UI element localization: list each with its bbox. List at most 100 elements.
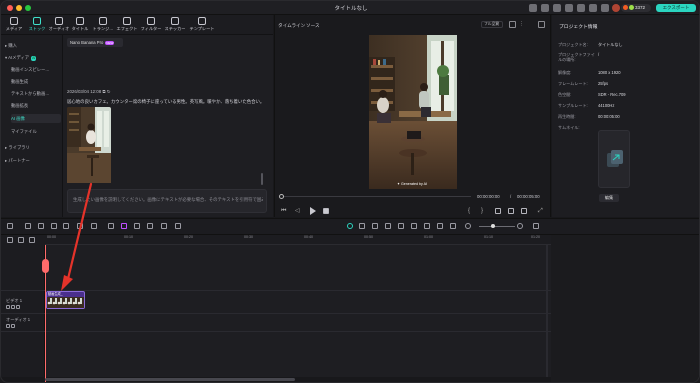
sidebar-item-my-files[interactable]: マイファイル — [11, 127, 61, 136]
sidebar-item-video-inspiration[interactable]: 動画インスピレー… — [11, 65, 61, 74]
timeline-tracks[interactable] — [45, 245, 551, 377]
split-icon[interactable] — [77, 223, 83, 229]
timeline-more-icon[interactable] — [533, 223, 539, 229]
share-icon[interactable] — [565, 4, 573, 12]
close-window-button[interactable] — [7, 5, 13, 11]
color-icon[interactable] — [161, 223, 167, 229]
ai-tool-icon[interactable] — [121, 223, 127, 229]
frame-back-icon[interactable]: ⏮ — [281, 208, 287, 214]
captions-icon[interactable] — [450, 223, 456, 229]
avatar[interactable] — [612, 4, 620, 12]
track-headers — [1, 245, 45, 377]
link-icon[interactable] — [18, 237, 24, 243]
sidebar-item-video-extend[interactable]: 動画拡長 — [11, 101, 61, 110]
mute-icon[interactable] — [16, 305, 20, 309]
audio-track-controls[interactable] — [6, 324, 28, 329]
sidebar-item-purchase[interactable]: ▸ 購入 — [5, 41, 61, 50]
model-selector[interactable]: Nano Banana Pro NEW — [67, 38, 123, 47]
magnet-icon[interactable] — [29, 237, 35, 243]
video-track-controls[interactable] — [6, 305, 28, 310]
tool-media[interactable]: メディア — [2, 16, 26, 34]
tab-source[interactable]: ソース — [306, 23, 320, 29]
mark-out-icon[interactable]: } — [481, 208, 487, 214]
zoom-slider-handle[interactable] — [491, 224, 495, 228]
zoom-window-button[interactable] — [25, 5, 31, 11]
pane-scrollbar[interactable] — [261, 173, 263, 185]
project-thumbnail[interactable] — [598, 130, 630, 188]
sidebar-item-ai-image[interactable]: AI 画像 — [11, 114, 61, 123]
playhead-handle[interactable] — [42, 259, 49, 273]
minimize-window-button[interactable] — [16, 5, 22, 11]
crop-icon[interactable] — [91, 223, 97, 229]
preview-scrub-bar[interactable] — [281, 196, 471, 197]
lock-icon[interactable] — [6, 305, 10, 309]
step-back-icon[interactable]: ◁ — [295, 208, 301, 214]
mic-icon[interactable] — [424, 223, 430, 229]
scrub-handle[interactable] — [279, 194, 284, 199]
camera-icon[interactable] — [508, 208, 514, 214]
redo-icon[interactable] — [51, 223, 57, 229]
shield-icon[interactable] — [411, 223, 417, 229]
mask-icon[interactable] — [398, 223, 404, 229]
zoom-out-icon[interactable] — [465, 223, 471, 229]
gift-icon[interactable] — [577, 4, 585, 12]
text-icon[interactable] — [108, 223, 114, 229]
speed-icon[interactable] — [134, 223, 140, 229]
snap-icon[interactable] — [372, 223, 378, 229]
download-icon[interactable] — [589, 4, 597, 12]
timeline-ruler[interactable] — [45, 235, 551, 245]
fullscreen-icon[interactable] — [538, 21, 545, 28]
tool-title[interactable]: タイトル — [68, 16, 92, 34]
layout-icon[interactable] — [7, 223, 13, 229]
play-button[interactable] — [310, 207, 316, 215]
export-button[interactable]: エクスポート — [656, 4, 696, 12]
keyframe-icon[interactable] — [175, 223, 181, 229]
expand-icon[interactable]: ⤢ — [538, 208, 544, 214]
lock-icon[interactable] — [6, 324, 10, 328]
sidebar-item-text-to-video[interactable]: テキストから動画… — [11, 89, 61, 98]
audio-mix-icon[interactable] — [385, 223, 391, 229]
delete-icon[interactable] — [63, 223, 69, 229]
cloud-icon[interactable] — [541, 4, 549, 12]
tool-filter[interactable]: フィルター — [139, 16, 163, 34]
eye-icon[interactable] — [11, 305, 15, 309]
snapshot-icon[interactable] — [509, 21, 516, 28]
bell-icon[interactable] — [553, 4, 561, 12]
tool-sticker[interactable]: ステッカー — [163, 16, 187, 34]
speaker-icon[interactable] — [11, 324, 15, 328]
tab-timeline[interactable]: タイムライン — [278, 23, 305, 29]
tool-transition[interactable]: トランジ… — [91, 16, 115, 34]
voiceover-icon[interactable] — [437, 223, 443, 229]
sidebar-item-partner[interactable]: ▸ パートナー — [5, 156, 61, 165]
zoom-in-icon[interactable] — [517, 223, 523, 229]
credit-counter[interactable]: 3372 — [621, 4, 651, 12]
select-tool-icon[interactable] — [25, 223, 31, 229]
volume-icon[interactable] — [521, 208, 527, 214]
undo-icon[interactable] — [38, 223, 44, 229]
add-track-icon[interactable] — [7, 237, 13, 243]
edit-thumbnail-button[interactable]: 編集 — [599, 194, 619, 202]
sidebar-item-library[interactable]: ▸ ライブラリ — [5, 143, 61, 152]
tool-stock[interactable]: ストック — [25, 16, 49, 34]
timeline-vertical-scrollbar[interactable] — [546, 245, 548, 377]
tool-effects[interactable]: エフェクト — [115, 16, 139, 34]
more-icon[interactable]: ⋮ — [519, 21, 526, 28]
stop-button[interactable] — [323, 208, 329, 214]
tool-template[interactable]: テンプレート — [188, 16, 216, 34]
marker-icon[interactable] — [359, 223, 365, 229]
render-icon[interactable] — [347, 223, 353, 229]
timeline-horizontal-scrollbar[interactable] — [45, 378, 295, 381]
preview-quality-select[interactable]: フル品質 — [481, 21, 503, 28]
sidebar-item-ai-media[interactable]: ▾ AIメディア AI — [5, 53, 61, 62]
mark-in-icon[interactable]: { — [468, 208, 474, 214]
monitor-icon[interactable] — [495, 208, 501, 214]
transition-icon — [99, 17, 107, 25]
generated-image-thumbnail[interactable] — [67, 107, 111, 187]
grid-icon[interactable] — [601, 4, 609, 12]
device-icon[interactable] — [529, 4, 537, 12]
sidebar-item-video-generation[interactable]: 動画生成 — [11, 77, 61, 86]
refresh-icon[interactable]: ↻ — [107, 89, 111, 94]
adjust-icon[interactable] — [147, 223, 153, 229]
zoom-slider[interactable] — [479, 226, 515, 227]
copy-icon[interactable]: ⧉ — [102, 89, 105, 94]
